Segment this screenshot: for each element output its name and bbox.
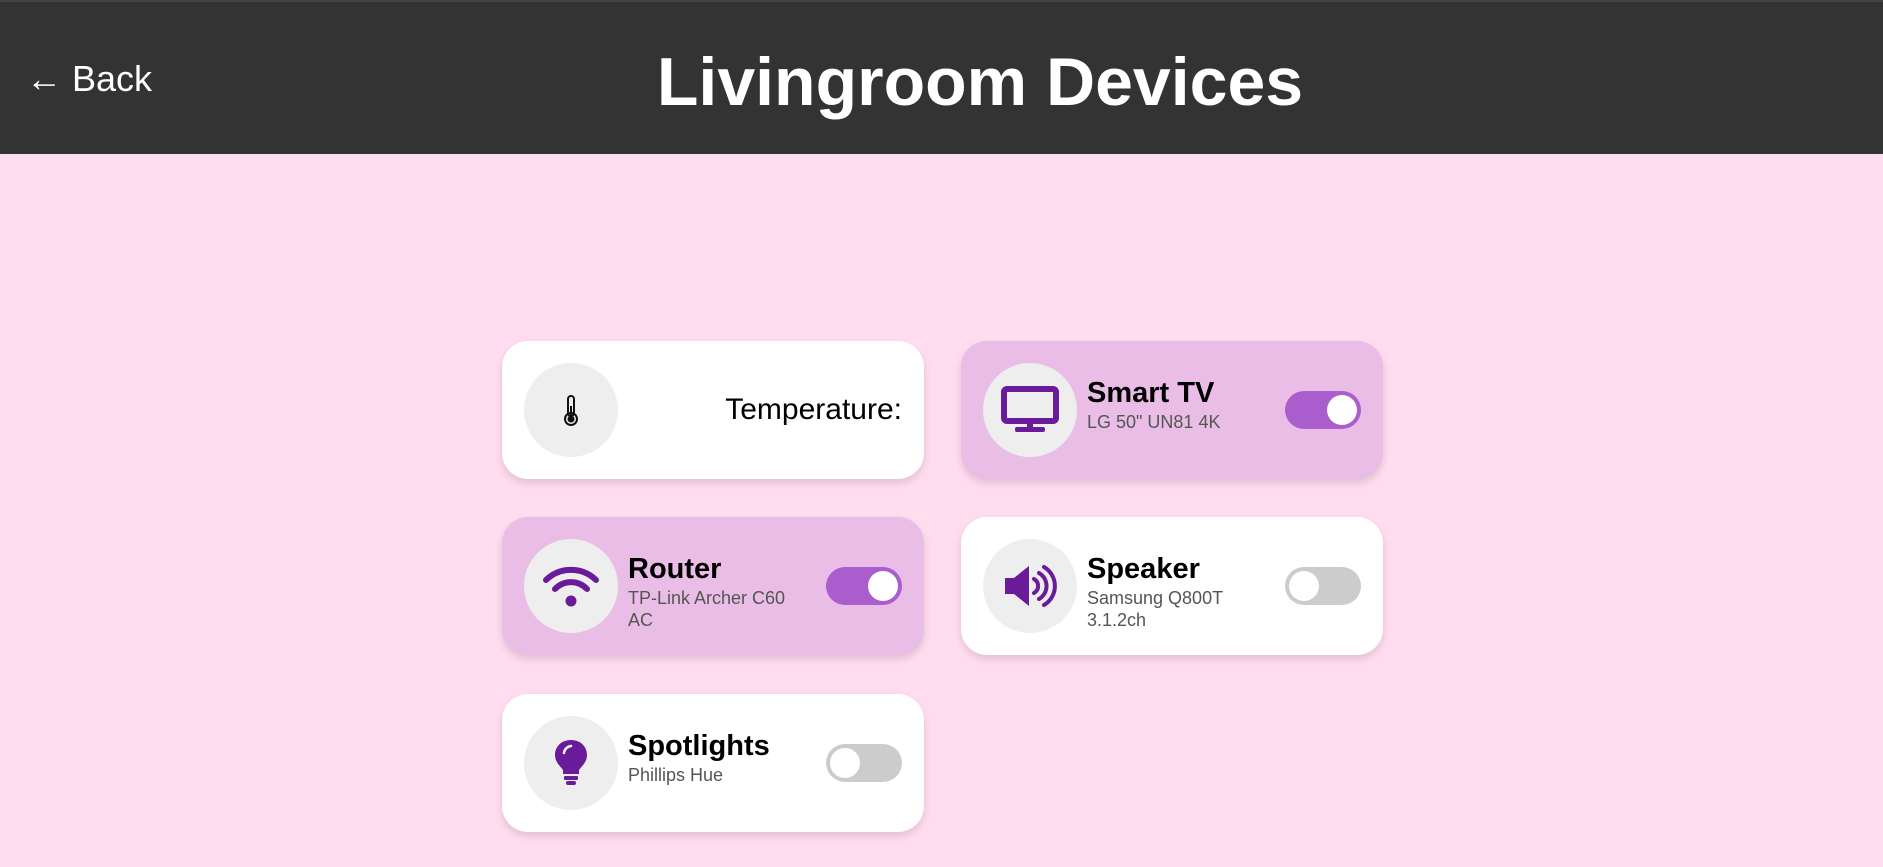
- smart-tv-card[interactable]: Smart TV LG 50" UN81 4K: [961, 341, 1383, 479]
- speaker-icon: [1005, 565, 1057, 607]
- router-card[interactable]: Router TP-Link Archer C60 AC: [502, 517, 924, 655]
- smart-tv-model: LG 50" UN81 4K: [1087, 412, 1221, 432]
- speaker-name: Speaker: [1087, 553, 1200, 585]
- spotlights-icon-circle: [524, 716, 618, 810]
- router-toggle[interactable]: [826, 567, 902, 605]
- page-title: Livingroom Devices: [656, 44, 1304, 120]
- smart-tv-toggle[interactable]: [1285, 391, 1361, 429]
- thermometer-icon: [564, 395, 578, 426]
- smart-tv-icon-circle: [983, 363, 1077, 457]
- speaker-model: Samsung Q800T 3.1.2ch: [1087, 588, 1223, 630]
- spotlights-model: Phillips Hue: [628, 765, 724, 785]
- wifi-icon: [543, 566, 599, 607]
- router-name: Router: [628, 553, 722, 585]
- monitor-icon: [1001, 386, 1059, 432]
- lightbulb-icon: [555, 740, 587, 785]
- toggle-knob: [830, 748, 860, 778]
- spotlights-name: Spotlights: [628, 730, 770, 762]
- spotlights-card[interactable]: Spotlights Phillips Hue: [502, 694, 924, 832]
- smart-tv-name: Smart TV: [1087, 377, 1215, 409]
- temperature-label: Temperature:: [725, 393, 902, 426]
- header-bar: ← Back Livingroom Devices: [0, 0, 1883, 154]
- spotlights-toggle[interactable]: [826, 744, 902, 782]
- router-model: TP-Link Archer C60 AC: [628, 588, 786, 630]
- toggle-knob: [1327, 395, 1357, 425]
- speaker-toggle[interactable]: [1285, 567, 1361, 605]
- toggle-knob: [868, 571, 898, 601]
- toggle-knob: [1289, 571, 1319, 601]
- router-icon-circle: [524, 539, 618, 633]
- temperature-card: Temperature:: [502, 341, 924, 479]
- speaker-icon-circle: [983, 539, 1077, 633]
- speaker-card[interactable]: Speaker Samsung Q800T 3.1.2ch: [961, 517, 1383, 655]
- temperature-icon-circle: [524, 363, 618, 457]
